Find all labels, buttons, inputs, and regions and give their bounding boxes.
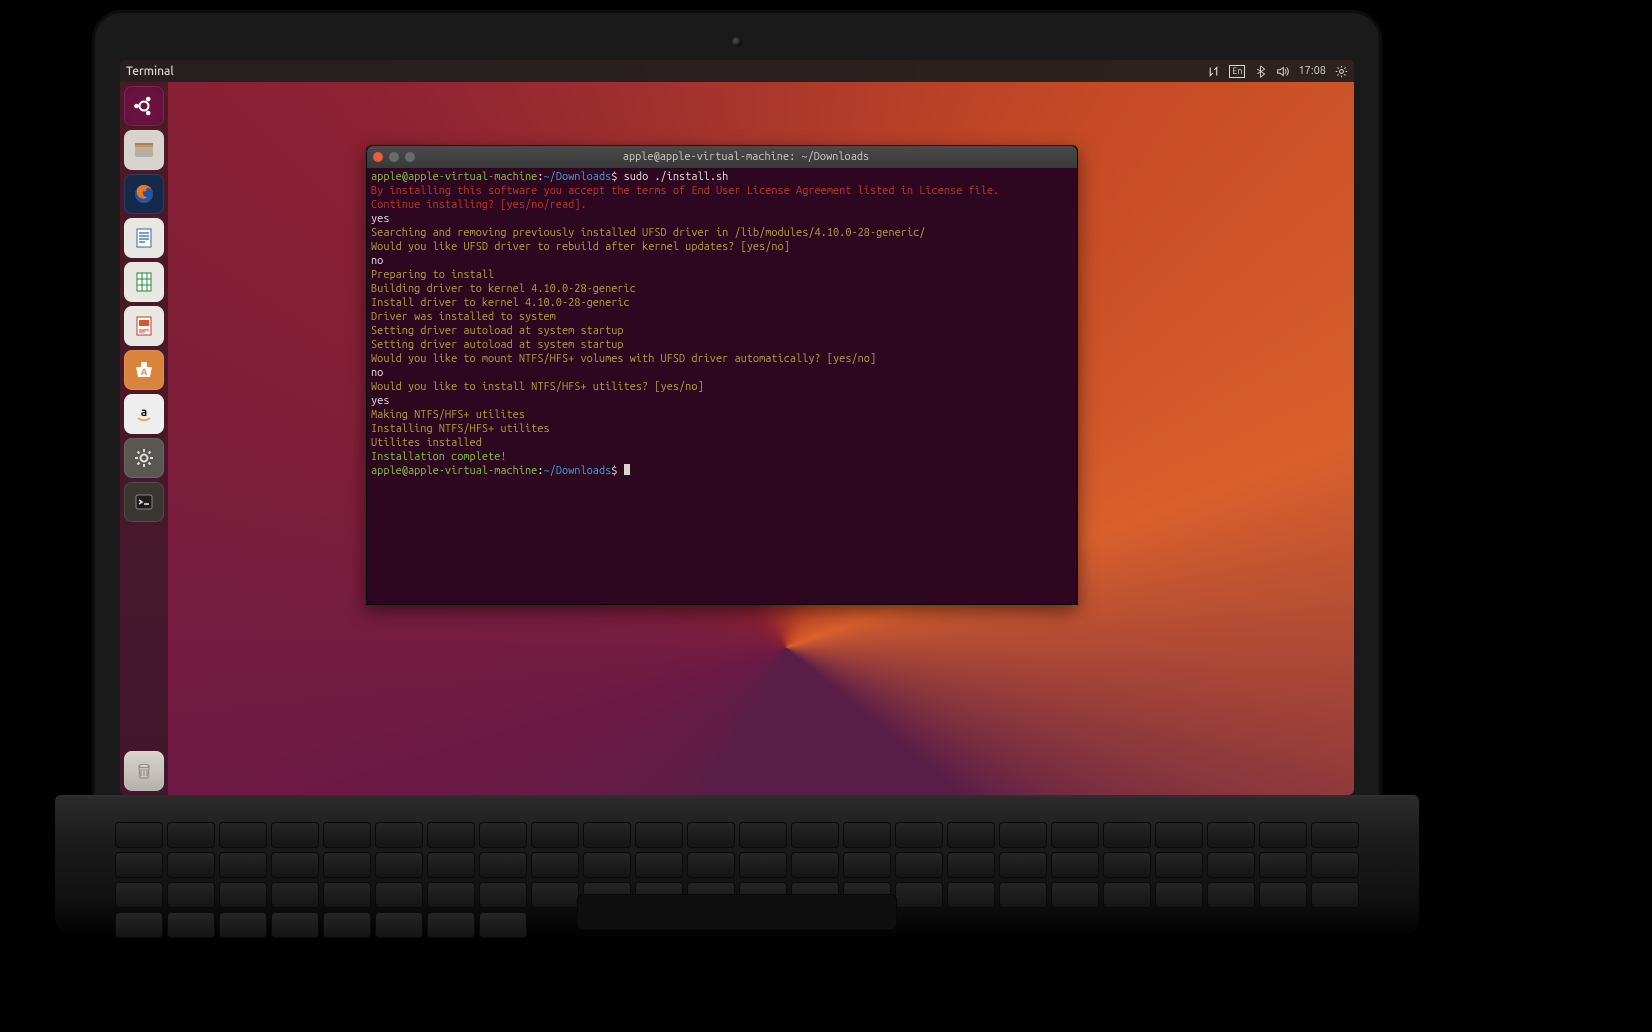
language-indicator[interactable]: En — [1229, 65, 1245, 78]
terminal-icon[interactable] — [124, 482, 164, 522]
settings-icon[interactable] — [124, 438, 164, 478]
terminal-title: apple@apple-virtual-machine: ~/Downloads — [421, 151, 1071, 163]
close-icon[interactable] — [373, 152, 383, 162]
minimize-icon[interactable] — [389, 152, 399, 162]
laptop-base — [55, 800, 1419, 940]
calc-icon[interactable] — [124, 262, 164, 302]
network-icon[interactable] — [1207, 65, 1220, 78]
trash-icon[interactable] — [124, 751, 164, 791]
writer-icon[interactable] — [124, 218, 164, 258]
svg-text:a: a — [141, 406, 148, 419]
maximize-icon[interactable] — [405, 152, 415, 162]
dash-icon[interactable] — [124, 86, 164, 126]
laptop-frame: Terminal En 17:08 — [92, 10, 1382, 815]
amazon-icon[interactable]: a — [124, 394, 164, 434]
menubar: Terminal En 17:08 — [120, 60, 1354, 82]
svg-text:A: A — [141, 367, 148, 377]
software-icon[interactable]: A — [124, 350, 164, 390]
unity-launcher: A a — [120, 82, 168, 795]
ubuntu-screen: Terminal En 17:08 — [120, 60, 1354, 795]
bluetooth-icon[interactable] — [1254, 65, 1267, 78]
terminal-body[interactable]: apple@apple-virtual-machine:~/Downloads$… — [367, 168, 1077, 604]
impress-icon[interactable] — [124, 306, 164, 346]
terminal-window[interactable]: apple@apple-virtual-machine: ~/Downloads… — [366, 145, 1078, 605]
keyboard — [115, 822, 1359, 882]
terminal-title-bar[interactable]: apple@apple-virtual-machine: ~/Downloads — [367, 146, 1077, 168]
clock[interactable]: 17:08 — [1298, 65, 1326, 77]
trackpad — [577, 894, 897, 930]
camera-icon — [732, 37, 742, 47]
menubar-title[interactable]: Terminal — [126, 65, 174, 78]
gear-icon[interactable] — [1335, 65, 1348, 78]
files-icon[interactable] — [124, 130, 164, 170]
volume-icon[interactable] — [1276, 65, 1289, 78]
firefox-icon[interactable] — [124, 174, 164, 214]
menubar-indicators: En 17:08 — [1207, 65, 1348, 78]
